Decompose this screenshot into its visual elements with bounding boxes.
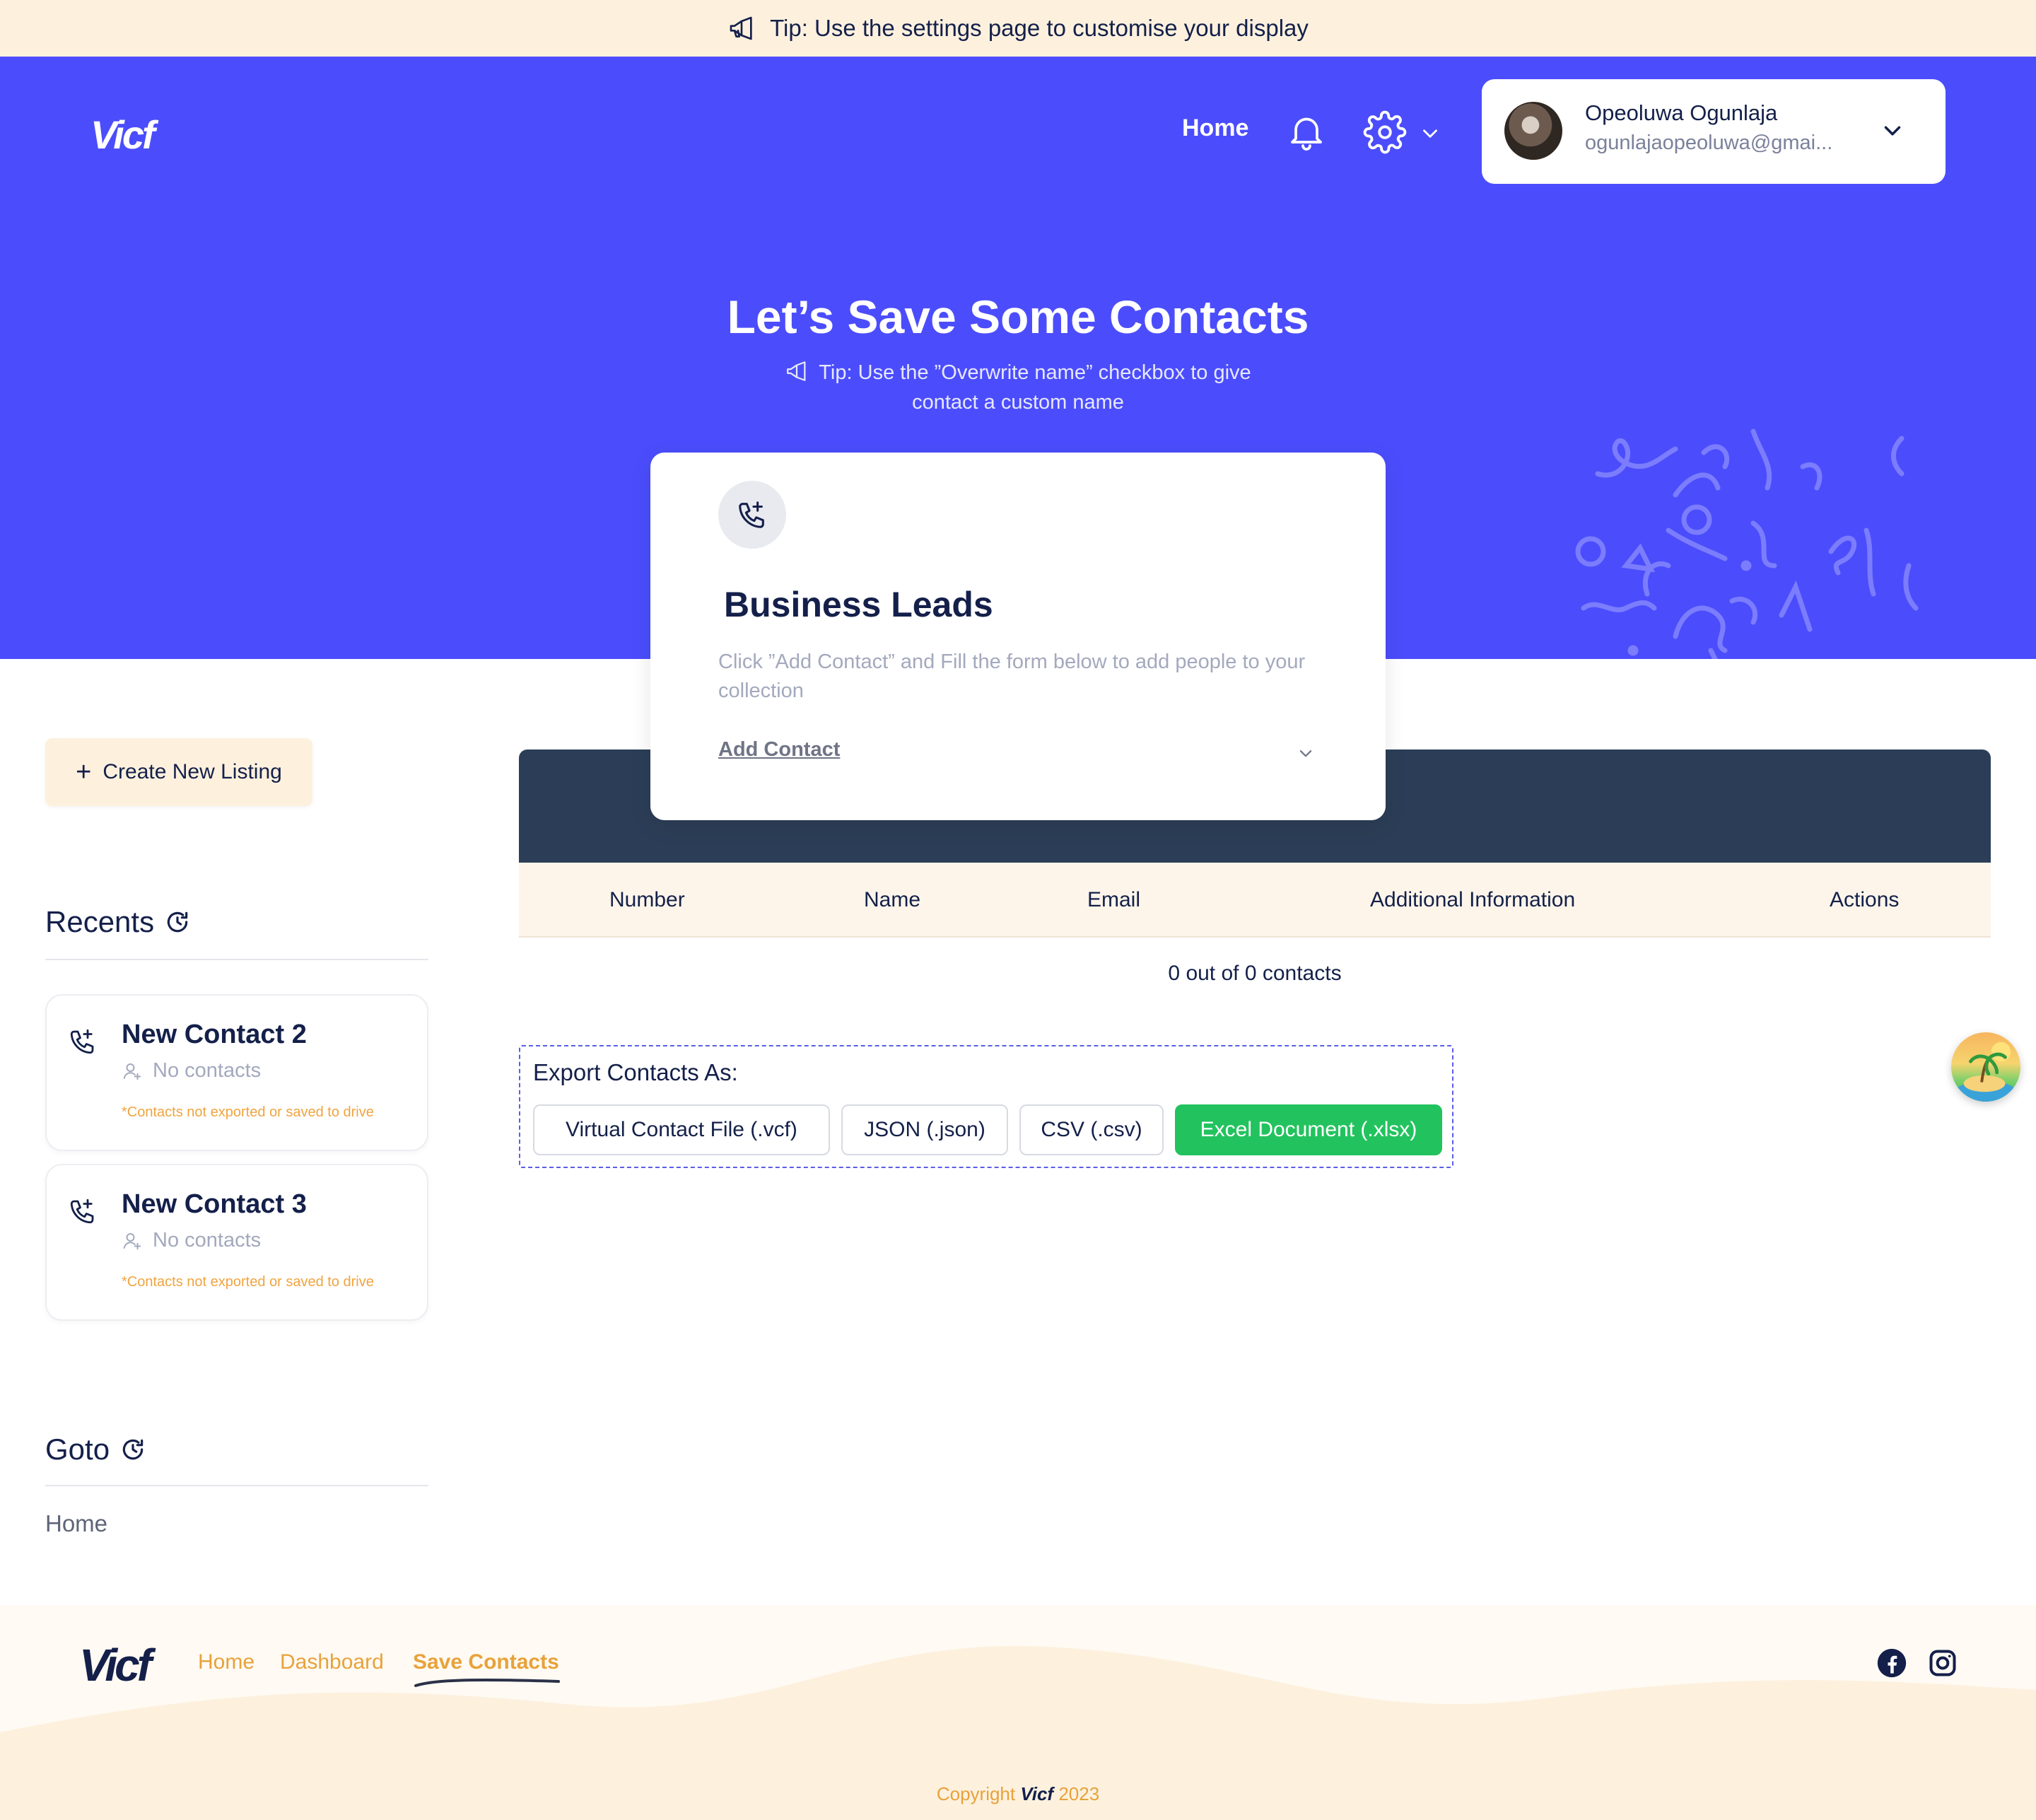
copyright: Copyright Vicf 2023 <box>0 1783 2036 1805</box>
column-email: Email <box>1087 888 1141 911</box>
user-name: Opeoluwa Ogunlaja <box>1585 100 1778 125</box>
export-json-button[interactable]: JSON (.json) <box>841 1104 1008 1155</box>
history-icon <box>167 911 188 933</box>
copyright-brand: Vicf <box>1020 1783 1054 1804</box>
recent-count-text: No contacts <box>153 1229 262 1252</box>
recent-name: New Contact 3 <box>122 1189 307 1219</box>
export-label: Export Contacts As: <box>533 1059 738 1085</box>
recent-note: *Contacts not exported or saved to drive <box>122 1274 374 1290</box>
column-name: Name <box>864 888 921 911</box>
user-email: ogunlajaopeoluwa@gmai... <box>1585 132 1833 154</box>
goto-title: Goto <box>45 1433 110 1466</box>
divider <box>45 959 428 960</box>
listing-description: Click ”Add Contact” and Fill the form be… <box>718 651 1306 702</box>
goto-heading: Goto <box>45 1433 146 1466</box>
chevron-down-icon[interactable] <box>1879 117 1906 144</box>
header-logo[interactable]: Vicf <box>90 112 156 158</box>
export-xlsx-button[interactable]: Excel Document (.xlsx) <box>1175 1104 1442 1155</box>
divider <box>45 1485 428 1486</box>
megaphone-icon <box>787 361 806 381</box>
recent-listing-card[interactable]: New Contact 3 No contacts *Contacts not … <box>45 1164 428 1321</box>
recents-title: Recents <box>45 905 155 938</box>
user-menu[interactable]: Opeoluwa Ogunlaja ogunlajaopeoluwa@gmai.… <box>1482 79 1946 184</box>
user-plus-icon <box>123 1232 141 1249</box>
user-plus-icon <box>123 1063 141 1080</box>
goto-home-link[interactable]: Home <box>45 1510 107 1537</box>
add-contact-toggle[interactable]: Add Contact <box>718 738 840 762</box>
column-number: Number <box>609 888 685 911</box>
create-listing-button[interactable]: + Create New Listing <box>45 738 312 806</box>
export-csv-button[interactable]: CSV (.csv) <box>1019 1104 1164 1155</box>
active-link-underline <box>414 1679 560 1687</box>
bell-icon[interactable] <box>1285 109 1328 154</box>
listing-icon-wrap <box>718 481 786 549</box>
hero-tip-text: Tip: Use the ”Overwrite name” checkbox t… <box>819 361 1251 414</box>
table-columns: Number Name Email Additional Information… <box>519 863 1991 938</box>
page-title: Let’s Save Some Contacts <box>727 291 1309 343</box>
chevron-down-icon[interactable] <box>1418 122 1442 146</box>
hero-tip: Tip: Use the ”Overwrite name” checkbox t… <box>764 358 1272 417</box>
phone-plus-icon <box>70 1029 94 1054</box>
recent-listing-card[interactable]: New Contact 2 No contacts *Contacts not … <box>45 994 428 1151</box>
footer-logo[interactable]: Vicf <box>79 1639 152 1691</box>
export-panel: Export Contacts As: Virtual Contact File… <box>519 1045 1453 1168</box>
footer-link-dashboard[interactable]: Dashboard <box>280 1650 384 1674</box>
gear-icon[interactable] <box>1363 110 1407 154</box>
column-actions: Actions <box>1830 888 1900 911</box>
recents-heading: Recents <box>45 905 191 939</box>
footer-link-save-contacts[interactable]: Save Contacts <box>413 1650 559 1674</box>
tip-text: Tip: Use the settings page to customise … <box>770 15 1309 41</box>
copyright-year: 2023 <box>1058 1783 1100 1804</box>
recent-count: No contacts <box>122 1229 261 1252</box>
palm-island-icon <box>1953 1042 2018 1102</box>
phone-plus-icon <box>70 1198 94 1224</box>
chevron-down-icon[interactable] <box>1294 741 1318 765</box>
recent-note: *Contacts not exported or saved to drive <box>122 1104 374 1120</box>
facebook-icon[interactable] <box>1876 1647 1907 1679</box>
export-vcf-button[interactable]: Virtual Contact File (.vcf) <box>533 1104 830 1155</box>
footer-link-home[interactable]: Home <box>198 1650 255 1674</box>
decorative-doodles <box>1575 428 1919 659</box>
island-assistant-icon[interactable] <box>1951 1032 2020 1102</box>
instagram-icon[interactable] <box>1927 1647 1958 1679</box>
plus-icon: + <box>76 757 92 787</box>
avatar <box>1504 102 1562 160</box>
copyright-prefix: Copyright <box>936 1783 1016 1804</box>
phone-plus-icon <box>739 501 764 528</box>
table-empty-state: 0 out of 0 contacts <box>1168 962 1342 985</box>
tip-bar: Tip: Use the settings page to customise … <box>0 0 2036 57</box>
recent-count: No contacts <box>122 1059 261 1083</box>
megaphone-icon <box>730 16 752 40</box>
history-icon <box>122 1439 144 1460</box>
recent-name: New Contact 2 <box>122 1020 307 1049</box>
nav-home-link[interactable]: Home <box>1182 115 1248 142</box>
recent-count-text: No contacts <box>153 1059 262 1082</box>
column-additional-info: Additional Information <box>1370 888 1576 911</box>
listing-card: Business Leads Click ”Add Contact” and F… <box>650 453 1386 820</box>
create-listing-label: Create New Listing <box>103 760 282 783</box>
listing-title: Business Leads <box>724 585 993 624</box>
